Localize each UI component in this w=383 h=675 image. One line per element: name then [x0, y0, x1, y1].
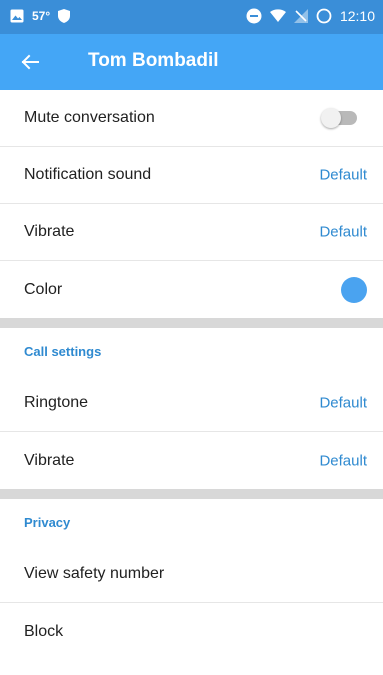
- mute-conversation-label: Mute conversation: [24, 109, 155, 126]
- block-label: Block: [24, 622, 64, 640]
- status-bar-left: 57°: [10, 9, 71, 23]
- clock-text: 12:10: [339, 8, 375, 24]
- status-bar-right: 12:10: [246, 8, 375, 24]
- status-bar: 57° 12:10: [0, 0, 383, 34]
- do-not-disturb-icon: [246, 8, 262, 24]
- call-vibrate-row[interactable]: Vibrate Default: [0, 432, 383, 489]
- image-icon: [10, 9, 24, 23]
- toolbar: Tom Bombadil: [0, 34, 383, 90]
- mute-toggle[interactable]: [321, 108, 357, 128]
- notification-sound-value: Default: [319, 166, 367, 184]
- color-row[interactable]: Color: [0, 261, 383, 318]
- back-button[interactable]: [14, 46, 46, 78]
- notification-sound-row[interactable]: Notification sound Default: [0, 147, 383, 204]
- page-title: Tom Bombadil: [88, 50, 219, 71]
- section-divider: [0, 318, 383, 328]
- call-vibrate-value: Default: [319, 452, 367, 469]
- block-row[interactable]: Block: [0, 603, 383, 660]
- ringtone-value: Default: [319, 394, 367, 412]
- no-signal-icon: [293, 9, 308, 23]
- vibrate-row[interactable]: Vibrate Default: [0, 204, 383, 261]
- vibrate-value: Default: [319, 223, 367, 241]
- wifi-icon: [269, 9, 286, 23]
- notification-sound-label: Notification sound: [24, 166, 152, 183]
- color-swatch: [341, 276, 367, 303]
- toggle-knob: [321, 108, 341, 128]
- mute-conversation-row[interactable]: Mute conversation: [0, 90, 383, 147]
- call-settings-header-text: Call settings: [24, 344, 102, 359]
- call-settings-header: Call settings: [0, 328, 383, 375]
- ringtone-row[interactable]: Ringtone Default: [0, 375, 383, 432]
- ringtone-label: Ringtone: [24, 394, 89, 411]
- vibrate-label: Vibrate: [24, 223, 75, 240]
- arrow-left-icon: [21, 54, 39, 70]
- temperature-text: 57°: [32, 9, 51, 23]
- color-label: Color: [24, 280, 63, 298]
- view-safety-number-label: View safety number: [24, 565, 165, 582]
- settings-list: Mute conversation Notification sound Def…: [0, 90, 383, 660]
- privacy-header-text: Privacy: [24, 515, 71, 530]
- section-divider: [0, 489, 383, 499]
- call-vibrate-label: Vibrate: [24, 451, 75, 469]
- battery-icon: [316, 8, 332, 24]
- privacy-header: Privacy: [0, 499, 383, 546]
- view-safety-number-row[interactable]: View safety number: [0, 546, 383, 603]
- shield-icon: [58, 9, 71, 23]
